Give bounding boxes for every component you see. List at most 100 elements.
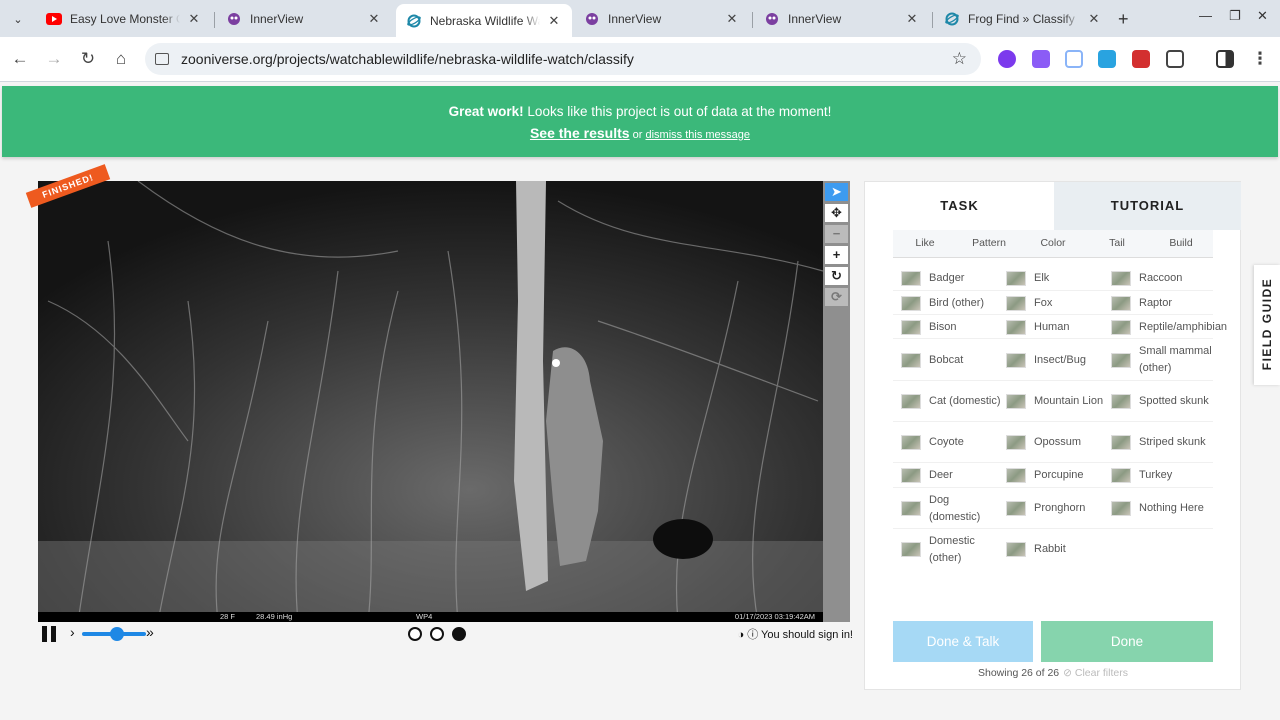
close-tab-icon[interactable]: ✕ (546, 13, 562, 29)
choice-option[interactable]: Bison (901, 315, 1001, 339)
tab-active[interactable]: Nebraska Wildlife Wat ✕ (396, 4, 572, 37)
filter-tail[interactable]: Tail (1085, 230, 1149, 257)
zoom-out-icon[interactable]: − (825, 225, 848, 243)
side-panel-icon[interactable] (1216, 50, 1234, 68)
info-icon[interactable]: ⓘ (747, 629, 758, 641)
filter-pattern[interactable]: Pattern (957, 230, 1021, 257)
speed-slider[interactable] (82, 627, 146, 641)
choice-option[interactable]: Dog (domestic) (901, 488, 1001, 529)
choice-option[interactable]: Rabbit (1006, 529, 1106, 570)
pointer-icon[interactable]: ➤ (825, 183, 848, 201)
choice-option[interactable]: Human (1006, 315, 1106, 339)
extensions-puzzle-icon[interactable] (1166, 50, 1184, 68)
close-window-icon[interactable]: ✕ (1257, 8, 1268, 24)
signin-notice[interactable]: ◑ ⓘ You should sign in! (737, 626, 853, 642)
minimize-icon[interactable]: — (1199, 8, 1212, 23)
choice-option[interactable]: Mountain Lion (1006, 381, 1106, 422)
tab-1[interactable]: Easy Love Monster Ca ✕ (36, 4, 212, 33)
see-results-link[interactable]: See the results (530, 125, 630, 141)
tab-search-icon[interactable]: ⌄ (8, 9, 28, 29)
choice-label: Opossum (1034, 436, 1082, 448)
reset-icon[interactable]: ⟳ (825, 288, 848, 306)
image-toolbar: ➤ ✥ − + ↻ ⟳ (823, 181, 850, 622)
choice-option[interactable]: Bobcat (901, 339, 1001, 381)
close-tab-icon[interactable]: ✕ (904, 11, 920, 27)
close-tab-icon[interactable]: ✕ (1086, 11, 1102, 27)
back-icon[interactable]: ← (10, 49, 30, 69)
reload-icon[interactable]: ↻ (78, 49, 98, 69)
contrast-icon[interactable]: ◑ (737, 629, 744, 641)
choice-option[interactable]: Raccoon (1111, 266, 1221, 290)
browser-menu-icon[interactable]: ⋮ (1250, 49, 1270, 69)
filter-build[interactable]: Build (1149, 230, 1213, 257)
tab-2[interactable]: InnerView ✕ (216, 4, 392, 33)
extension-puzzle-purple-icon[interactable] (1032, 50, 1050, 68)
choice-option[interactable]: Raptor (1111, 291, 1221, 315)
site-info-icon[interactable] (155, 53, 169, 65)
choice-option[interactable]: Insect/Bug (1006, 339, 1106, 381)
choice-option[interactable]: Small mammal (other) (1111, 339, 1221, 381)
choice-label: Turkey (1139, 468, 1173, 481)
choice-option[interactable]: Deer (901, 463, 1001, 487)
choice-option[interactable]: Cat (domestic) (901, 381, 1001, 422)
choice-option[interactable]: Bird (other) (901, 291, 1001, 315)
subject-image[interactable] (38, 181, 823, 622)
tab-6[interactable]: Frog Find » Classify ✕ (934, 4, 1112, 33)
new-tab-icon[interactable]: + (1118, 9, 1129, 30)
choice-option[interactable]: Turkey (1111, 463, 1221, 487)
bookmark-star-icon[interactable]: ☆ (952, 49, 967, 69)
tab-5[interactable]: InnerView ✕ (754, 4, 930, 33)
choice-option[interactable]: Porcupine (1006, 463, 1106, 487)
choice-option[interactable]: Reptile/amphibian (1111, 315, 1227, 339)
field-guide-tab[interactable]: FIELD GUIDE (1254, 265, 1280, 385)
dismiss-link[interactable]: dismiss this message (645, 129, 750, 141)
home-icon[interactable]: ⌂ (111, 49, 131, 69)
forward-icon[interactable]: → (44, 49, 64, 69)
choice-option[interactable]: Opossum (1006, 422, 1106, 463)
restore-icon[interactable]: ❐ (1229, 8, 1241, 24)
rotate-icon[interactable]: ↻ (825, 267, 848, 285)
frame-dot-1[interactable] (408, 627, 422, 641)
showing-count: Showing 26 of 26 ⊘ Clear filters (893, 667, 1213, 679)
step-forward-icon[interactable]: › (70, 624, 75, 640)
choice-option[interactable]: Badger (901, 266, 1001, 290)
choice-thumbnail (1006, 270, 1026, 286)
choice-label: Rabbit (1034, 543, 1066, 555)
move-icon[interactable]: ✥ (825, 204, 848, 222)
zoom-in-icon[interactable]: + (825, 246, 848, 264)
tab-task[interactable]: TASK (865, 182, 1054, 230)
clear-filters-link[interactable]: ⊘ Clear filters (1063, 667, 1128, 679)
close-tab-icon[interactable]: ✕ (186, 11, 202, 27)
choice-option[interactable]: Spotted skunk (1111, 381, 1221, 422)
choice-label: Raccoon (1139, 271, 1183, 284)
extension-k-icon[interactable] (998, 50, 1016, 68)
filter-like[interactable]: Like (893, 230, 957, 257)
choice-option[interactable]: Domestic (other) (901, 529, 1001, 570)
choice-option[interactable]: Coyote (901, 422, 1001, 463)
filter-color[interactable]: Color (1021, 230, 1085, 257)
pause-icon[interactable] (42, 626, 58, 642)
extension-red-book-icon[interactable] (1132, 50, 1150, 68)
extension-book-icon[interactable] (1065, 50, 1083, 68)
choice-label: Mountain Lion (1034, 395, 1104, 407)
choice-option[interactable]: Elk (1006, 266, 1106, 290)
choice-option[interactable]: Pronghorn (1006, 488, 1106, 529)
frame-dot-2[interactable] (430, 627, 444, 641)
done-talk-button[interactable]: Done & Talk (893, 621, 1033, 662)
close-tab-icon[interactable]: ✕ (724, 11, 740, 27)
close-tab-icon[interactable]: ✕ (366, 11, 382, 27)
frame-dot-3[interactable] (452, 627, 466, 641)
choice-option[interactable]: Fox (1006, 291, 1106, 315)
tab-tutorial[interactable]: TUTORIAL (1054, 182, 1241, 230)
choice-thumbnail (901, 542, 921, 557)
choice-label: Dog (domestic) (929, 493, 981, 523)
banner-or: or (629, 129, 646, 141)
extension-download-icon[interactable] (1098, 50, 1116, 68)
choice-label: Bobcat (929, 353, 964, 366)
done-button[interactable]: Done (1041, 621, 1213, 662)
tab-4[interactable]: InnerView ✕ (574, 4, 750, 33)
choice-option[interactable]: Nothing Here (1111, 488, 1221, 529)
choice-option[interactable]: Striped skunk (1111, 422, 1221, 463)
address-bar[interactable]: zooniverse.org/projects/watchablewildlif… (145, 43, 981, 75)
fast-forward-icon[interactable]: » (146, 624, 154, 640)
